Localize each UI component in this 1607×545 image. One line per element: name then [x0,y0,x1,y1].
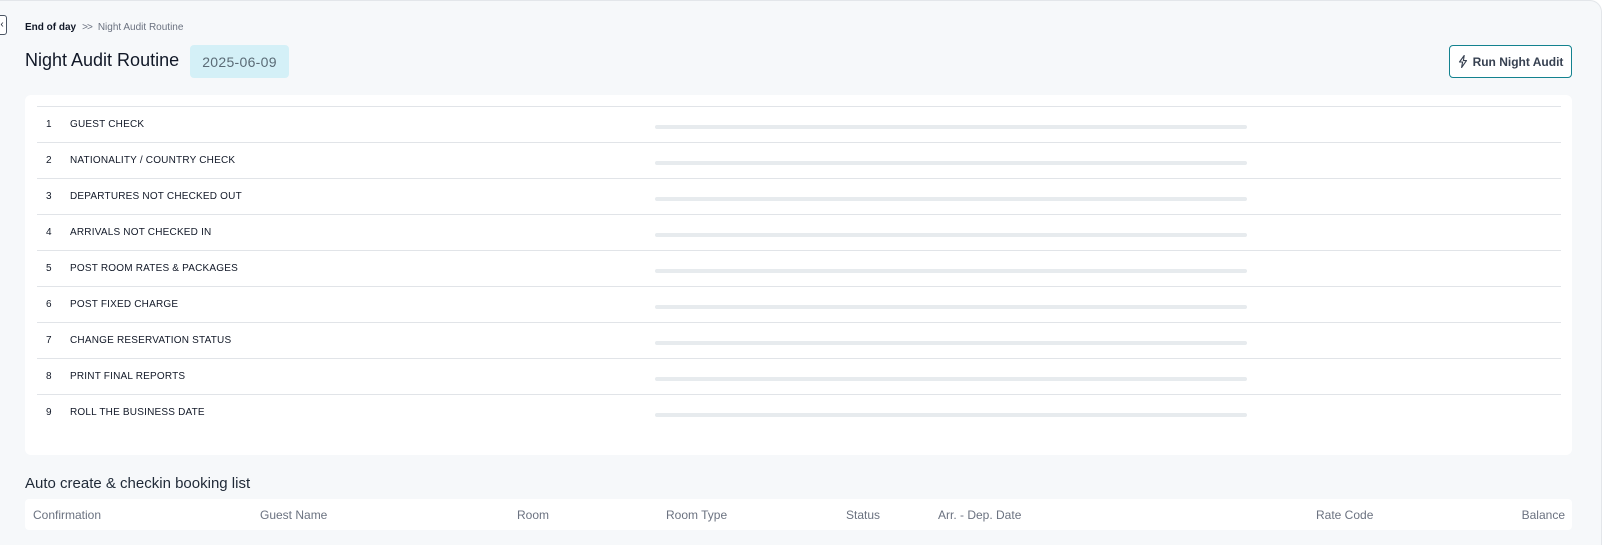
audit-step-number: 5 [46,263,52,274]
business-date-badge: 2025-06-09 [190,45,289,78]
audit-step-label: PRINT FINAL REPORTS [70,371,186,382]
audit-step-label: ARRIVALS NOT CHECKED IN [70,227,212,238]
audit-step-number: 1 [46,119,52,130]
breadcrumb-root-link[interactable]: End of day [25,22,76,33]
audit-step-row: 9 ROLL THE BUSINESS DATE [37,395,1561,431]
audit-step-label: ROLL THE BUSINESS DATE [70,407,205,418]
booking-column-header[interactable]: Balance [1522,508,1565,522]
booking-column-header[interactable]: Arr. - Dep. Date [938,508,1021,522]
audit-step-number: 4 [46,227,52,238]
audit-step-progress-bar [655,341,1247,345]
audit-step-number: 7 [46,335,52,346]
audit-step-progress-bar [655,233,1247,237]
audit-step-row: 7 CHANGE RESERVATION STATUS [37,323,1561,359]
booking-column-header[interactable]: Status [846,508,880,522]
audit-step-progress-bar [655,377,1247,381]
booking-column-header[interactable]: Room Type [666,508,727,522]
audit-step-progress-bar [655,305,1247,309]
breadcrumb-current: Night Audit Routine [97,22,184,33]
booking-table-header: Confirmation Guest Name Room Room Type Statu… [25,499,1572,530]
booking-list-title: Auto create & checkin booking list [25,475,251,492]
audit-step-row: 8 PRINT FINAL REPORTS [37,359,1561,395]
audit-step-row: 3 DEPARTURES NOT CHECKED OUT [37,179,1561,215]
booking-column-header[interactable]: Confirmation [33,508,101,522]
run-night-audit-label: Run Night Audit [1472,54,1564,69]
audit-steps-list: 1 GUEST CHECK 2 NATIONALITY / COUNTRY CHECK… [37,106,1561,431]
booking-column-header[interactable]: Rate Code [1316,508,1373,522]
audit-step-number: 9 [46,407,52,418]
audit-step-label: POST FIXED CHARGE [70,299,179,310]
audit-step-row: 1 GUEST CHECK [37,107,1561,143]
audit-step-number: 6 [46,299,52,310]
app-frame: ‹ End of day >> Night Audit Routine Nigh… [0,0,1602,545]
booking-column-header[interactable]: Room [517,508,549,522]
breadcrumb: End of day >> Night Audit Routine [25,22,183,33]
audit-step-row: 6 POST FIXED CHARGE [37,287,1561,323]
audit-step-label: GUEST CHECK [70,119,145,130]
booking-column-header[interactable]: Guest Name [260,508,327,522]
audit-steps-card: 1 GUEST CHECK 2 NATIONALITY / COUNTRY CHECK… [25,95,1572,455]
audit-step-progress-bar [655,269,1247,273]
audit-step-row: 4 ARRIVALS NOT CHECKED IN [37,215,1561,251]
lightning-icon [1458,55,1468,68]
audit-step-row: 2 NATIONALITY / COUNTRY CHECK [37,143,1561,179]
page-title: Night Audit Routine [25,50,180,70]
run-night-audit-button[interactable]: Run Night Audit [1449,45,1572,78]
audit-step-row: 5 POST ROOM RATES & PACKAGES [37,251,1561,287]
audit-step-label: DEPARTURES NOT CHECKED OUT [70,191,242,202]
audit-step-progress-bar [655,413,1247,417]
audit-step-number: 8 [46,371,52,382]
audit-step-progress-bar [655,125,1247,129]
audit-step-progress-bar [655,197,1247,201]
audit-step-label: CHANGE RESERVATION STATUS [70,335,232,346]
breadcrumb-separator: >> [82,22,93,33]
audit-step-progress-bar [655,161,1247,165]
audit-step-number: 3 [46,191,52,202]
audit-step-label: POST ROOM RATES & PACKAGES [70,263,239,274]
sidebar-collapse-icon[interactable]: ‹ [0,15,7,35]
audit-step-number: 2 [46,155,52,166]
audit-step-label: NATIONALITY / COUNTRY CHECK [70,155,236,166]
